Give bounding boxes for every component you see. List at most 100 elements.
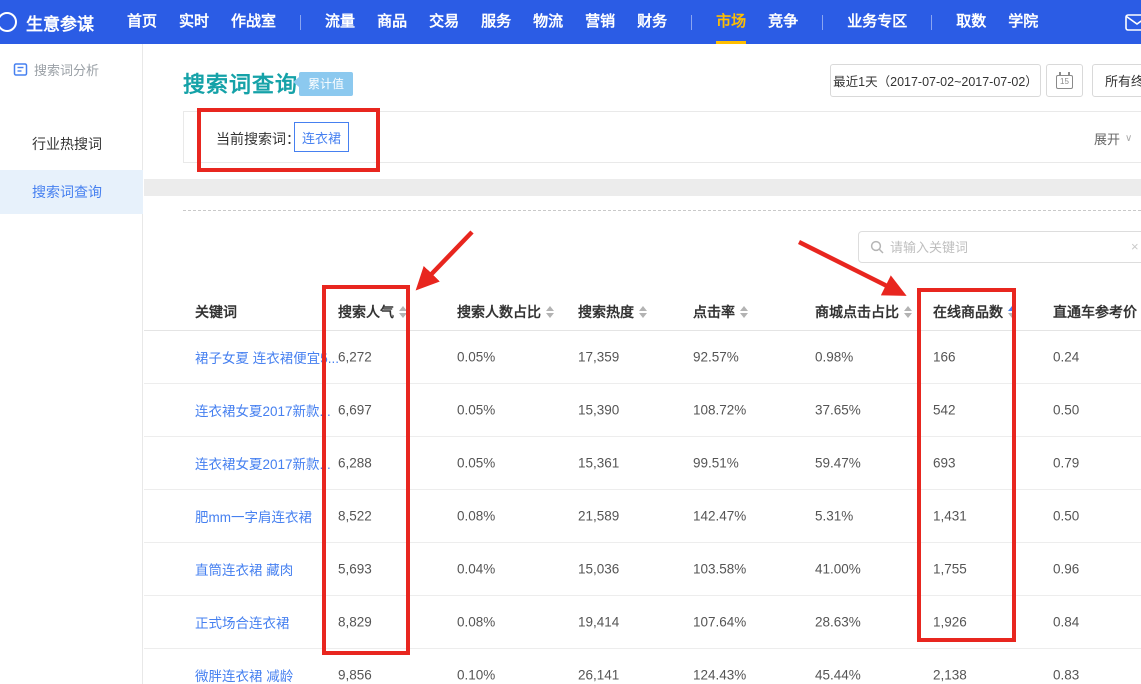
table-cell: 15,036 — [578, 562, 619, 577]
table-cell: 108.72% — [693, 403, 746, 418]
nav-item-取数[interactable]: 取数 — [945, 0, 997, 44]
nav-divider — [822, 15, 823, 30]
table-cell: 15,390 — [578, 403, 619, 418]
nav-item-物流[interactable]: 物流 — [522, 0, 574, 44]
expand-link[interactable]: 展开 ∨ — [1094, 129, 1132, 148]
sort-icon[interactable] — [639, 306, 647, 318]
sort-icon[interactable] — [399, 306, 407, 318]
nav-item-首页[interactable]: 首页 — [116, 0, 168, 44]
keyword-link[interactable]: 正式场合连衣裙 — [195, 612, 290, 632]
sidebar-section: 搜索词分析 — [13, 60, 99, 79]
nav-item-业务专区[interactable]: 业务专区 — [836, 0, 918, 44]
nav-item-财务[interactable]: 财务 — [626, 0, 678, 44]
table-cell: 0.08% — [457, 615, 495, 630]
nav-divider — [691, 15, 692, 30]
search-icon — [870, 240, 884, 254]
keyword-link[interactable]: 直筒连衣裙 藏肉 — [195, 559, 293, 579]
nav-item-市场[interactable]: 市场 — [705, 0, 757, 44]
nav-item-竞争[interactable]: 竞争 — [757, 0, 809, 44]
calendar-button[interactable]: 15 — [1046, 64, 1083, 97]
sidebar: 搜索词分析 行业热搜词搜索词查询 — [0, 44, 143, 684]
search-box: × — [858, 231, 1141, 263]
column-label: 搜索人气 — [338, 302, 394, 322]
brand-logo-icon — [0, 12, 17, 32]
keyword-chip[interactable]: 连衣裙 — [294, 122, 349, 152]
page-title: 搜索词查询 — [183, 67, 298, 99]
table-cell: 1,926 — [933, 615, 967, 630]
nav-item-实时[interactable]: 实时 — [168, 0, 220, 44]
sidebar-item-行业热搜词[interactable]: 行业热搜词 — [0, 122, 143, 166]
table-cell: 28.63% — [815, 615, 861, 630]
sidebar-item-搜索词查询[interactable]: 搜索词查询 — [0, 170, 143, 214]
sidebar-menu: 行业热搜词搜索词查询 — [0, 122, 143, 218]
clear-input-icon[interactable]: × — [1131, 239, 1139, 254]
sort-icon[interactable] — [546, 306, 554, 318]
dashed-separator — [183, 210, 1141, 211]
sidebar-section-title: 搜索词分析 — [34, 60, 99, 79]
table-cell: 8,522 — [338, 509, 372, 524]
chevron-down-icon: ∨ — [1125, 133, 1132, 144]
date-range-button[interactable]: 最近1天（2017-07-02~2017-07-02） — [830, 64, 1041, 97]
table-cell: 9,856 — [338, 668, 372, 683]
column-label: 搜索人数占比 — [457, 302, 541, 322]
analysis-icon — [13, 62, 28, 77]
table-cell: 0.24 — [1053, 350, 1079, 365]
table-cell: 0.84 — [1053, 615, 1079, 630]
page: 生意参谋 首页实时作战室流量商品交易服务物流营销财务市场竞争业务专区取数学院 搜… — [0, 0, 1141, 684]
sort-icon[interactable] — [904, 306, 912, 318]
table-cell: 142.47% — [693, 509, 746, 524]
nav-item-流量[interactable]: 流量 — [314, 0, 366, 44]
table-cell: 19,414 — [578, 615, 619, 630]
table-cell: 2,138 — [933, 668, 967, 683]
column-label: 关键词 — [195, 302, 237, 322]
cumulative-badge: 累计值 — [299, 72, 353, 96]
table-row: 正式场合连衣裙8,8290.08%19,414107.64%28.63%1,92… — [144, 596, 1141, 649]
column-header-点击率[interactable]: 点击率 — [693, 302, 748, 322]
table-cell: 92.57% — [693, 350, 739, 365]
nav-divider — [300, 15, 301, 30]
terminal-select-button[interactable]: 所有终端 — [1092, 64, 1141, 97]
column-header-搜索人气[interactable]: 搜索人气 — [338, 302, 407, 322]
table-cell: 6,697 — [338, 403, 372, 418]
nav-item-学院[interactable]: 学院 — [997, 0, 1049, 44]
calendar-day: 15 — [1060, 77, 1069, 86]
top-nav: 生意参谋 首页实时作战室流量商品交易服务物流营销财务市场竞争业务专区取数学院 — [0, 0, 1141, 44]
table-body: 裙子女夏 连衣裙便宜5...6,2720.05%17,35992.57%0.98… — [144, 331, 1141, 684]
nav-items: 首页实时作战室流量商品交易服务物流营销财务市场竞争业务专区取数学院 — [116, 0, 1049, 44]
column-label: 商城点击占比 — [815, 302, 899, 322]
column-header-搜索热度[interactable]: 搜索热度 — [578, 302, 647, 322]
table-cell: 37.65% — [815, 403, 861, 418]
column-header-商城点击占比[interactable]: 商城点击占比 — [815, 302, 912, 322]
table-cell: 21,589 — [578, 509, 619, 524]
keyword-link[interactable]: 微胖连衣裙 减龄 — [195, 665, 293, 684]
sort-icon[interactable] — [740, 306, 748, 318]
nav-item-营销[interactable]: 营销 — [574, 0, 626, 44]
keyword-link[interactable]: 连衣裙女夏2017新款... — [195, 400, 331, 420]
keyword-search-input[interactable] — [890, 240, 1141, 255]
keyword-link[interactable]: 连衣裙女夏2017新款... — [195, 453, 331, 473]
section-divider-band — [144, 179, 1141, 196]
keyword-link[interactable]: 裙子女夏 连衣裙便宜5... — [195, 347, 339, 367]
column-header-直通车参考价[interactable]: 直通车参考价 — [1053, 302, 1141, 322]
nav-item-商品[interactable]: 商品 — [366, 0, 418, 44]
table-cell: 8,829 — [338, 615, 372, 630]
column-header-搜索人数占比[interactable]: 搜索人数占比 — [457, 302, 554, 322]
column-label: 点击率 — [693, 302, 735, 322]
nav-item-服务[interactable]: 服务 — [470, 0, 522, 44]
table-row: 连衣裙女夏2017新款...6,2880.05%15,36199.51%59.4… — [144, 437, 1141, 490]
table-cell: 166 — [933, 350, 956, 365]
table-cell: 0.05% — [457, 350, 495, 365]
mail-icon[interactable] — [1125, 14, 1141, 36]
keyword-link[interactable]: 肥mm一字肩连衣裙 — [195, 506, 312, 526]
nav-item-交易[interactable]: 交易 — [418, 0, 470, 44]
table-cell: 103.58% — [693, 562, 746, 577]
table-cell: 0.96 — [1053, 562, 1079, 577]
brand[interactable]: 生意参谋 — [10, 10, 94, 35]
table-cell: 0.10% — [457, 668, 495, 683]
sort-icon[interactable] — [1008, 306, 1016, 318]
table-cell: 45.44% — [815, 668, 861, 683]
table-cell: 1,755 — [933, 562, 967, 577]
column-header-在线商品数[interactable]: 在线商品数 — [933, 302, 1016, 322]
current-keyword-label: 当前搜索词： — [216, 129, 300, 149]
nav-item-作战室[interactable]: 作战室 — [220, 0, 287, 44]
